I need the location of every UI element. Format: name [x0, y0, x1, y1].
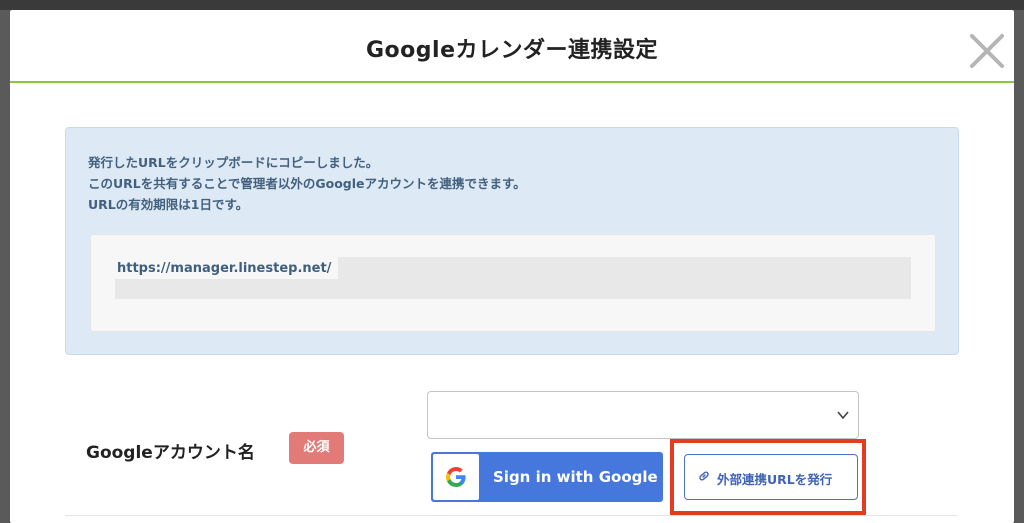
close-button[interactable]: [968, 32, 1006, 70]
link-icon: [699, 471, 709, 481]
google-g-icon: [446, 466, 466, 487]
info-alert: 発行したURLをクリップボードにコピーしました。 このURLを共有することで管理…: [65, 127, 959, 355]
google-logo-container: [433, 454, 479, 500]
issue-external-url-button[interactable]: 外部連携URLを発行: [684, 454, 858, 500]
backdrop: [0, 0, 1024, 10]
external-url-button-label: 外部連携URLを発行: [717, 472, 833, 487]
info-line-share: このURLを共有することで管理者以外のGoogleアカウントを連携できます。: [88, 176, 526, 191]
modal-title: Googleカレンダー連携設定: [366, 38, 658, 63]
google-button-label: Sign in with Google: [493, 468, 658, 486]
info-line-copied: 発行したURLをクリップボードにコピーしました。: [88, 155, 379, 170]
issued-url-box[interactable]: https://manager.linestep.net/: [90, 234, 936, 332]
issued-url-text[interactable]: https://manager.linestep.net/: [117, 261, 331, 276]
sign-in-with-google-button[interactable]: Sign in with Google: [431, 452, 663, 502]
close-icon: [970, 34, 1004, 68]
chevron-down-icon: [837, 411, 849, 420]
url-redacted-part: [115, 279, 911, 299]
google-account-label: Googleアカウント名: [86, 443, 255, 463]
info-line-expiry: URLの有効期限は1日です。: [88, 197, 249, 212]
google-calendar-settings-modal: Googleカレンダー連携設定 発行したURLをクリップボードにコピーしました。…: [10, 10, 1014, 523]
modal-header: Googleカレンダー連携設定: [10, 10, 1014, 83]
form-divider: [65, 515, 957, 516]
required-badge: 必須: [289, 432, 344, 464]
url-redacted-part: [338, 257, 911, 279]
google-account-select[interactable]: [427, 391, 859, 439]
